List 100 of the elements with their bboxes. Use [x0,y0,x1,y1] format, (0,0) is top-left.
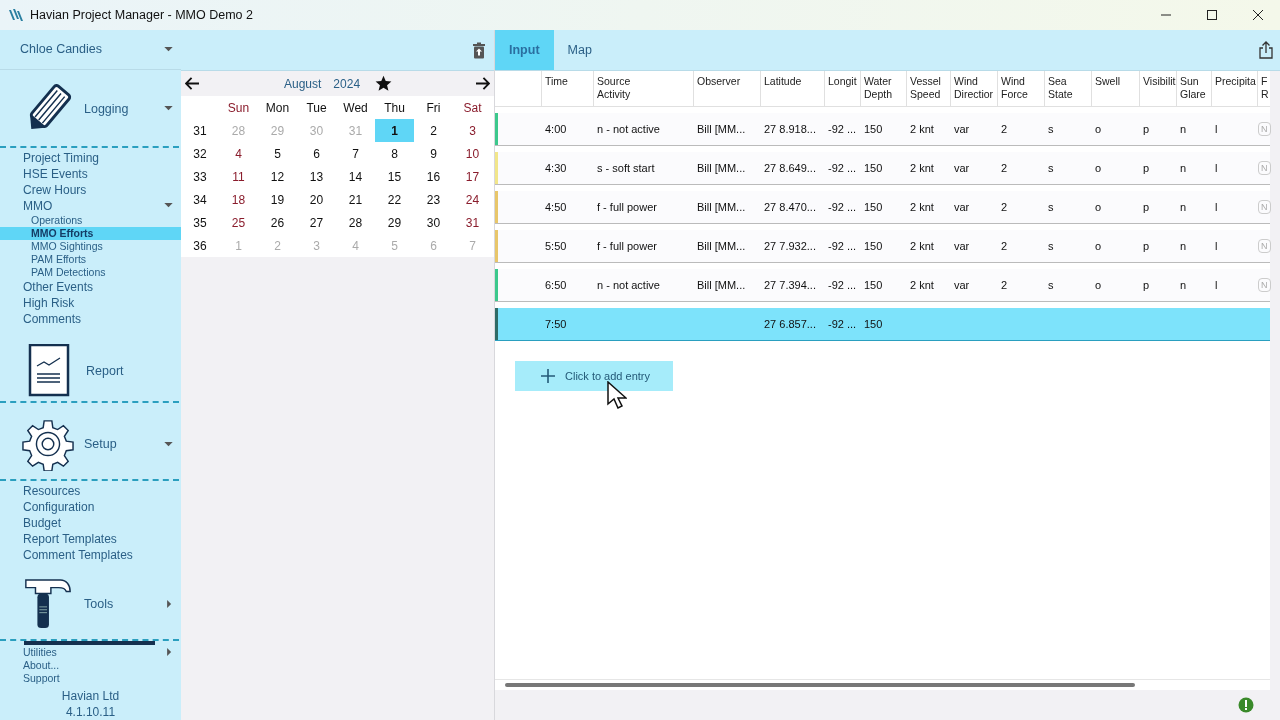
calendar-day[interactable]: 23 [414,188,453,211]
year-label[interactable]: 2024 [333,76,361,91]
calendar-day[interactable]: 17 [453,165,492,188]
table-cell: p [1143,240,1150,252]
column-header[interactable]: Swell [1091,71,1139,106]
section-button[interactable]: Tools [84,597,114,612]
sidebar-subitem[interactable]: MMO Sightings [31,239,103,253]
share-icon[interactable] [1258,41,1274,59]
table-cell: 4:50 [545,201,567,213]
table-cell: -92 ... [828,318,857,330]
sidebar-item[interactable]: High Risk [23,294,75,311]
calendar-day[interactable]: 6 [297,142,336,165]
section-button[interactable]: Logging [84,101,129,116]
calendar-day[interactable]: 18 [219,188,258,211]
sidebar-item[interactable]: Other Events [23,278,94,295]
section-button[interactable]: Setup [84,437,117,452]
calendar-day[interactable]: 26 [258,211,297,234]
sidebar-item[interactable]: MMO [23,197,53,214]
table-cell: var [954,162,970,174]
column-header[interactable]: Water Depth [860,71,906,106]
calendar-day[interactable]: 3 [453,119,492,142]
calendar-day[interactable]: 30 [414,211,453,234]
caret-right-icon[interactable] [167,647,172,656]
menu-item[interactable]: Utilities [23,645,57,658]
calendar-day[interactable]: 1 [375,119,414,142]
caret-down-icon[interactable] [164,46,173,52]
table-cell: -92 ... [828,162,857,174]
calendar-day[interactable]: 20 [297,188,336,211]
calendar-day[interactable]: 27 [297,211,336,234]
menu-item[interactable]: About... [23,658,60,671]
calendar-day[interactable]: 4 [219,142,258,165]
calendar-day[interactable]: 21 [336,188,375,211]
caret-down-icon[interactable] [164,203,173,209]
column-header[interactable]: Sea State [1044,71,1091,106]
sidebar-item[interactable]: Report Templates [23,531,117,548]
trash-icon[interactable] [472,41,486,59]
calendar-day[interactable]: 7 [336,142,375,165]
calendar-day[interactable]: 2 [414,119,453,142]
column-header[interactable]: Vessel Speed [906,71,950,106]
calendar-day[interactable]: 12 [258,165,297,188]
calendar-day[interactable]: 5 [258,142,297,165]
calendar-day[interactable]: 29 [375,211,414,234]
previous-arrow-icon[interactable] [185,77,200,90]
column-header[interactable]: Longit [824,71,860,106]
sidebar-item[interactable]: HSE Events [23,165,88,182]
column-header[interactable]: F R [1257,71,1271,106]
close-icon[interactable] [1252,9,1264,21]
column-header[interactable]: Observer [693,71,760,106]
table-cell: n - not active [597,123,660,135]
calendar-day[interactable]: 11 [219,165,258,188]
sidebar-item[interactable]: Crew Hours [23,181,87,198]
sidebar-item[interactable]: Project Timing [23,149,100,166]
star-icon[interactable] [375,75,393,92]
plus-icon[interactable] [541,369,555,383]
sidebar-item[interactable]: Budget [23,515,62,532]
column-header[interactable]: Wind Force [997,71,1044,106]
calendar-day[interactable]: 28 [336,211,375,234]
sidebar-subitem[interactable]: PAM Efforts [31,252,87,266]
column-header[interactable]: Visibilit [1139,71,1176,106]
column-header[interactable]: Time [541,71,593,106]
section-button[interactable]: Report [86,363,124,378]
scrollbar-thumb[interactable] [505,683,1135,687]
calendar-day[interactable]: 25 [219,211,258,234]
table-cell: Bill [MM... [697,201,746,213]
month-label[interactable]: August [284,76,322,91]
weekday-label: Tue [305,99,328,117]
menu-item[interactable]: Support [23,671,60,684]
calendar-day[interactable]: 24 [453,188,492,211]
sidebar-item[interactable]: Comment Templates [23,547,133,564]
caret-down-icon[interactable] [164,441,173,447]
column-header[interactable]: Wind Directior [950,71,997,106]
sidebar-subitem[interactable]: PAM Detections [31,265,106,279]
calendar-day[interactable]: 31 [453,211,492,234]
calendar-day[interactable]: 10 [453,142,492,165]
calendar-day[interactable]: 9 [414,142,453,165]
calendar-day[interactable]: 16 [414,165,453,188]
calendar-day[interactable]: 8 [375,142,414,165]
column-header[interactable]: Source Activity [593,71,693,106]
user-dropdown[interactable]: Chloe Candies [0,42,181,57]
maximize-icon[interactable] [1206,9,1218,21]
column-header[interactable]: Sun Glare [1176,71,1211,106]
sidebar-subitem[interactable]: Operations [31,213,83,227]
caret-down-icon[interactable] [164,106,173,112]
calendar-day[interactable]: 14 [336,165,375,188]
add-entry-button[interactable]: Click to add entry [515,361,673,391]
table-cell: n [1180,279,1187,291]
table-cell: s [1048,279,1054,291]
sidebar-item[interactable]: Resources [23,483,81,500]
column-header[interactable]: Latitude [760,71,824,106]
sidebar-item[interactable]: Configuration [23,499,95,516]
caret-right-icon[interactable] [167,600,172,609]
column-header[interactable]: Precipita [1211,71,1257,106]
sidebar-item[interactable]: Comments [23,310,81,327]
calendar-day[interactable]: 22 [375,188,414,211]
calendar-day[interactable]: 13 [297,165,336,188]
calendar-day[interactable]: 19 [258,188,297,211]
calendar-day[interactable]: 15 [375,165,414,188]
tab[interactable]: Map [553,30,606,70]
next-arrow-icon[interactable] [475,77,490,90]
table-cell: 4:00 [545,123,567,135]
